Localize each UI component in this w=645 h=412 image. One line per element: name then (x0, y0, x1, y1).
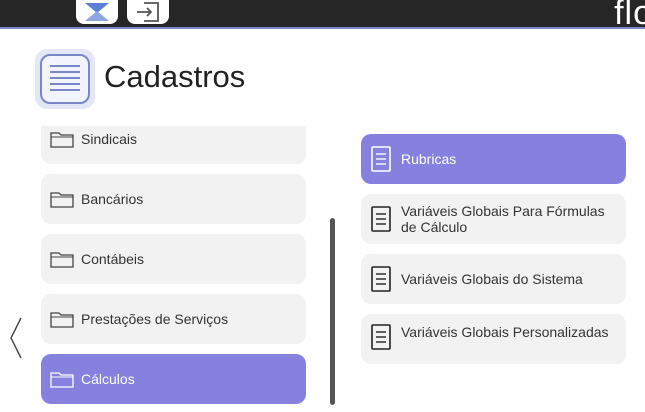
document-icon (371, 146, 391, 172)
exit-button[interactable] (127, 0, 169, 24)
category-scrollbar[interactable] (330, 218, 335, 405)
category-item-bancarios[interactable]: Bancários (41, 174, 306, 224)
category-label: Bancários (81, 191, 144, 207)
page-title: Cadastros (104, 59, 246, 94)
subitem-label: Variáveis Globais Personalizadas (401, 324, 609, 340)
exit-icon (137, 2, 159, 22)
brand-logo: flo (614, 0, 645, 32)
top-bar: flo (0, 0, 645, 32)
category-item-calculos[interactable]: Cálculos (41, 354, 306, 404)
chevron-left-icon[interactable] (8, 316, 24, 360)
home-button[interactable] (76, 0, 118, 24)
category-label: Prestações de Serviços (81, 311, 229, 327)
document-icon (371, 206, 391, 232)
subitem-label: Rubricas (401, 151, 457, 167)
category-item-sindicais[interactable]: Sindicais (41, 126, 306, 164)
subitem-rubricas[interactable]: Rubricas (361, 134, 626, 184)
document-icon (371, 324, 391, 350)
subitem-label: Variáveis Globais Para Fórmulas de Cálcu… (401, 203, 605, 235)
folder-icon (50, 312, 74, 328)
category-item-contabeis[interactable]: Contábeis (41, 234, 306, 284)
folder-icon (50, 372, 74, 388)
subitem-label: Variáveis Globais do Sistema (401, 271, 583, 287)
category-list: Sindicais Bancários Contábeis Prestações… (41, 126, 306, 412)
document-list-icon (35, 49, 95, 109)
category-label: Cálculos (81, 371, 135, 387)
subitem-variaveis-globais-para-formulas-de-calculo[interactable]: Variáveis Globais Para Fórmulas de Cálcu… (361, 194, 626, 244)
category-item-prestacoes-de-servicos[interactable]: Prestações de Serviços (41, 294, 306, 344)
subitem-variaveis-globais-personalizadas[interactable]: Variáveis Globais Personalizadas (361, 314, 626, 364)
folder-icon (50, 132, 74, 148)
folder-icon (50, 192, 74, 208)
category-label: Contábeis (81, 251, 145, 267)
category-label: Sindicais (81, 131, 138, 147)
folder-icon (50, 252, 74, 268)
subitem-variaveis-globais-do-sistema[interactable]: Variáveis Globais do Sistema (361, 254, 626, 304)
home-icon (85, 3, 109, 21)
document-icon (371, 266, 391, 292)
